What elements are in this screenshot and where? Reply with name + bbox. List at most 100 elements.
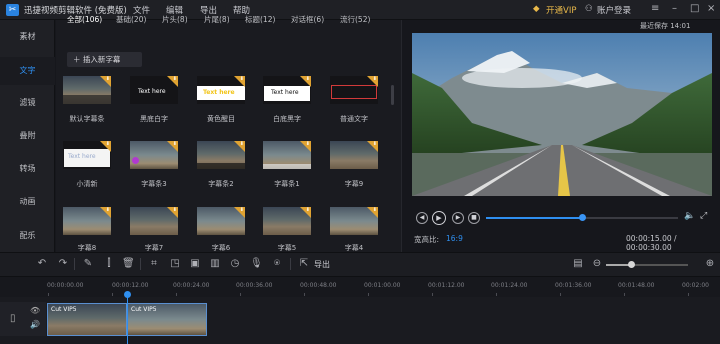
- sidebar-item-filter[interactable]: 滤镜: [0, 89, 55, 117]
- timeline-zoom-handle[interactable]: [628, 261, 635, 268]
- microphone-icon[interactable]: 🎙: [250, 258, 263, 270]
- last-saved-time: 最近保存 14:01: [640, 22, 691, 30]
- video-preview[interactable]: [412, 33, 712, 196]
- audio-wave-icon[interactable]: ▥: [209, 258, 221, 270]
- library-scrollbar[interactable]: [391, 85, 394, 105]
- playhead-handle[interactable]: [124, 291, 131, 298]
- toolbar-divider: [290, 258, 291, 270]
- caption-tile[interactable]: ⬇: [263, 141, 311, 169]
- ruler-tick: [496, 293, 497, 296]
- maximize-icon[interactable]: □: [690, 3, 699, 14]
- clip-watermark: Cut VIP5: [51, 306, 77, 313]
- preview-scene: [412, 33, 712, 196]
- duration-icon[interactable]: ◷: [229, 258, 241, 270]
- caption-tile[interactable]: ⬇: [63, 207, 111, 235]
- caption-tile-label: 黑底白字: [140, 115, 168, 123]
- caption-tile[interactable]: ⬇: [63, 76, 111, 104]
- sidebar-item-music[interactable]: 配乐: [0, 222, 55, 250]
- sidebar-item-material[interactable]: 素材: [0, 23, 55, 51]
- caption-tile-label: 字幕条1: [274, 180, 300, 188]
- crop-icon[interactable]: ⌗: [148, 258, 160, 270]
- playback-progress-fill: [486, 217, 583, 219]
- filter-tab-outro[interactable]: 片尾(8): [204, 14, 230, 25]
- caption-tile[interactable]: ⬇: [197, 207, 245, 235]
- timeline-ruler[interactable]: [0, 277, 720, 297]
- stop-button[interactable]: ■: [468, 212, 480, 224]
- prev-frame-button[interactable]: ◀: [416, 212, 428, 224]
- fullscreen-icon[interactable]: ⤢: [700, 211, 707, 221]
- play-button[interactable]: ▶: [432, 211, 446, 225]
- caption-tile[interactable]: Text here ⬇: [63, 141, 111, 169]
- caption-tile[interactable]: ⬇: [130, 207, 178, 235]
- insert-caption-button[interactable]: ＋ 插入新字幕: [67, 52, 142, 67]
- user-icon[interactable]: ⚇: [585, 4, 593, 14]
- track-mute-icon[interactable]: 🔊: [30, 320, 40, 329]
- app-logo-icon: ✂: [6, 4, 19, 16]
- undo-icon[interactable]: ↶: [36, 258, 48, 270]
- edit-icon[interactable]: ✎: [82, 258, 94, 270]
- sidebar-item-text[interactable]: 文字: [0, 57, 55, 85]
- voice-icon[interactable]: ⍟: [271, 258, 283, 270]
- vip-diamond-icon[interactable]: ◆: [533, 4, 540, 14]
- ruler-tick: [432, 293, 433, 296]
- vip-button[interactable]: 开通VIP: [546, 4, 576, 16]
- next-frame-button[interactable]: ▶: [452, 212, 464, 224]
- caption-tile[interactable]: ⬇: [330, 207, 378, 235]
- delete-icon[interactable]: 🗑: [122, 258, 135, 270]
- sidebar-item-animation[interactable]: 动画: [0, 188, 55, 216]
- caption-tile-label: 默认字幕条: [69, 115, 105, 123]
- tile-text: Text here: [203, 89, 235, 96]
- filter-tab-all[interactable]: 全部(106): [67, 14, 102, 25]
- sidebar: 素材 文字 滤镜 叠附 转场 动画 配乐: [0, 20, 55, 252]
- volume-icon[interactable]: 🔈: [684, 211, 695, 221]
- playback-progress-handle[interactable]: [579, 214, 586, 221]
- aspect-ratio-value[interactable]: 16:9: [446, 234, 463, 243]
- zoom-out-icon[interactable]: ⊖: [591, 258, 603, 270]
- ruler-tick: [560, 293, 561, 296]
- login-button[interactable]: 账户登录: [597, 4, 631, 16]
- filter-tab-basic[interactable]: 基础(20): [116, 14, 146, 25]
- sidebar-item-transition[interactable]: 转场: [0, 155, 55, 183]
- caption-tile-label: 白底黑字: [273, 115, 301, 123]
- ruler-tick-label: 00:01:12.00: [428, 282, 465, 289]
- ruler-tick-label: 00:01:36.00: [555, 282, 592, 289]
- redo-icon[interactable]: ↷: [57, 258, 69, 270]
- filter-tab-intro[interactable]: 片头(8): [162, 14, 188, 25]
- caption-tile-label: 字幕9: [344, 180, 364, 188]
- close-icon[interactable]: ×: [707, 3, 715, 14]
- mosaic-icon[interactable]: ▣: [189, 258, 201, 270]
- filter-tab-title[interactable]: 标题(12): [245, 14, 275, 25]
- minimize-icon[interactable]: –: [672, 3, 677, 14]
- video-clip[interactable]: Cut VIP5: [127, 303, 207, 336]
- caption-tile[interactable]: ⬇: [130, 141, 178, 169]
- sidebar-item-overlay[interactable]: 叠附: [0, 122, 55, 150]
- zoom-in-icon[interactable]: ⊕: [704, 258, 716, 270]
- menu-icon[interactable]: ≡: [651, 3, 659, 14]
- ruler-tick-label: 00:01:48.00: [618, 282, 655, 289]
- caption-tile-label: 字幕条2: [208, 180, 234, 188]
- filter-tab-popular[interactable]: 流行(52): [340, 14, 370, 25]
- caption-tile[interactable]: ⬇: [263, 207, 311, 235]
- caption-tile[interactable]: Text here ⬇: [130, 76, 178, 104]
- tile-text: Text here: [68, 153, 96, 160]
- export-icon[interactable]: ⇱: [298, 258, 310, 270]
- track-visibility-icon[interactable]: 👁: [30, 306, 40, 315]
- split-icon[interactable]: ⫿: [103, 258, 115, 270]
- filter-tab-dialog[interactable]: 对话框(6): [291, 14, 324, 25]
- ruler-tick-label: 00:00:48.00: [300, 282, 337, 289]
- zoom-clip-icon[interactable]: ◳: [169, 258, 181, 270]
- caption-tile[interactable]: ⬇: [330, 76, 378, 104]
- tile-text: Text here: [271, 89, 299, 96]
- video-clip[interactable]: Cut VIP5: [47, 303, 127, 336]
- caption-tile[interactable]: ⬇: [197, 141, 245, 169]
- ruler-tick: [624, 293, 625, 296]
- caption-tile[interactable]: Text here ⬇: [197, 76, 245, 104]
- ruler-tick: [112, 293, 113, 296]
- ruler-tick-label: 00:00:36.00: [236, 282, 273, 289]
- ruler-tick-label: 00:00:24.00: [173, 282, 210, 289]
- caption-tile[interactable]: ⬇: [330, 141, 378, 169]
- fit-timeline-icon[interactable]: ▤: [572, 258, 584, 270]
- caption-tile[interactable]: Text here ⬇: [263, 76, 311, 104]
- export-button[interactable]: 导出: [314, 259, 330, 270]
- toolbar-divider: [74, 258, 75, 270]
